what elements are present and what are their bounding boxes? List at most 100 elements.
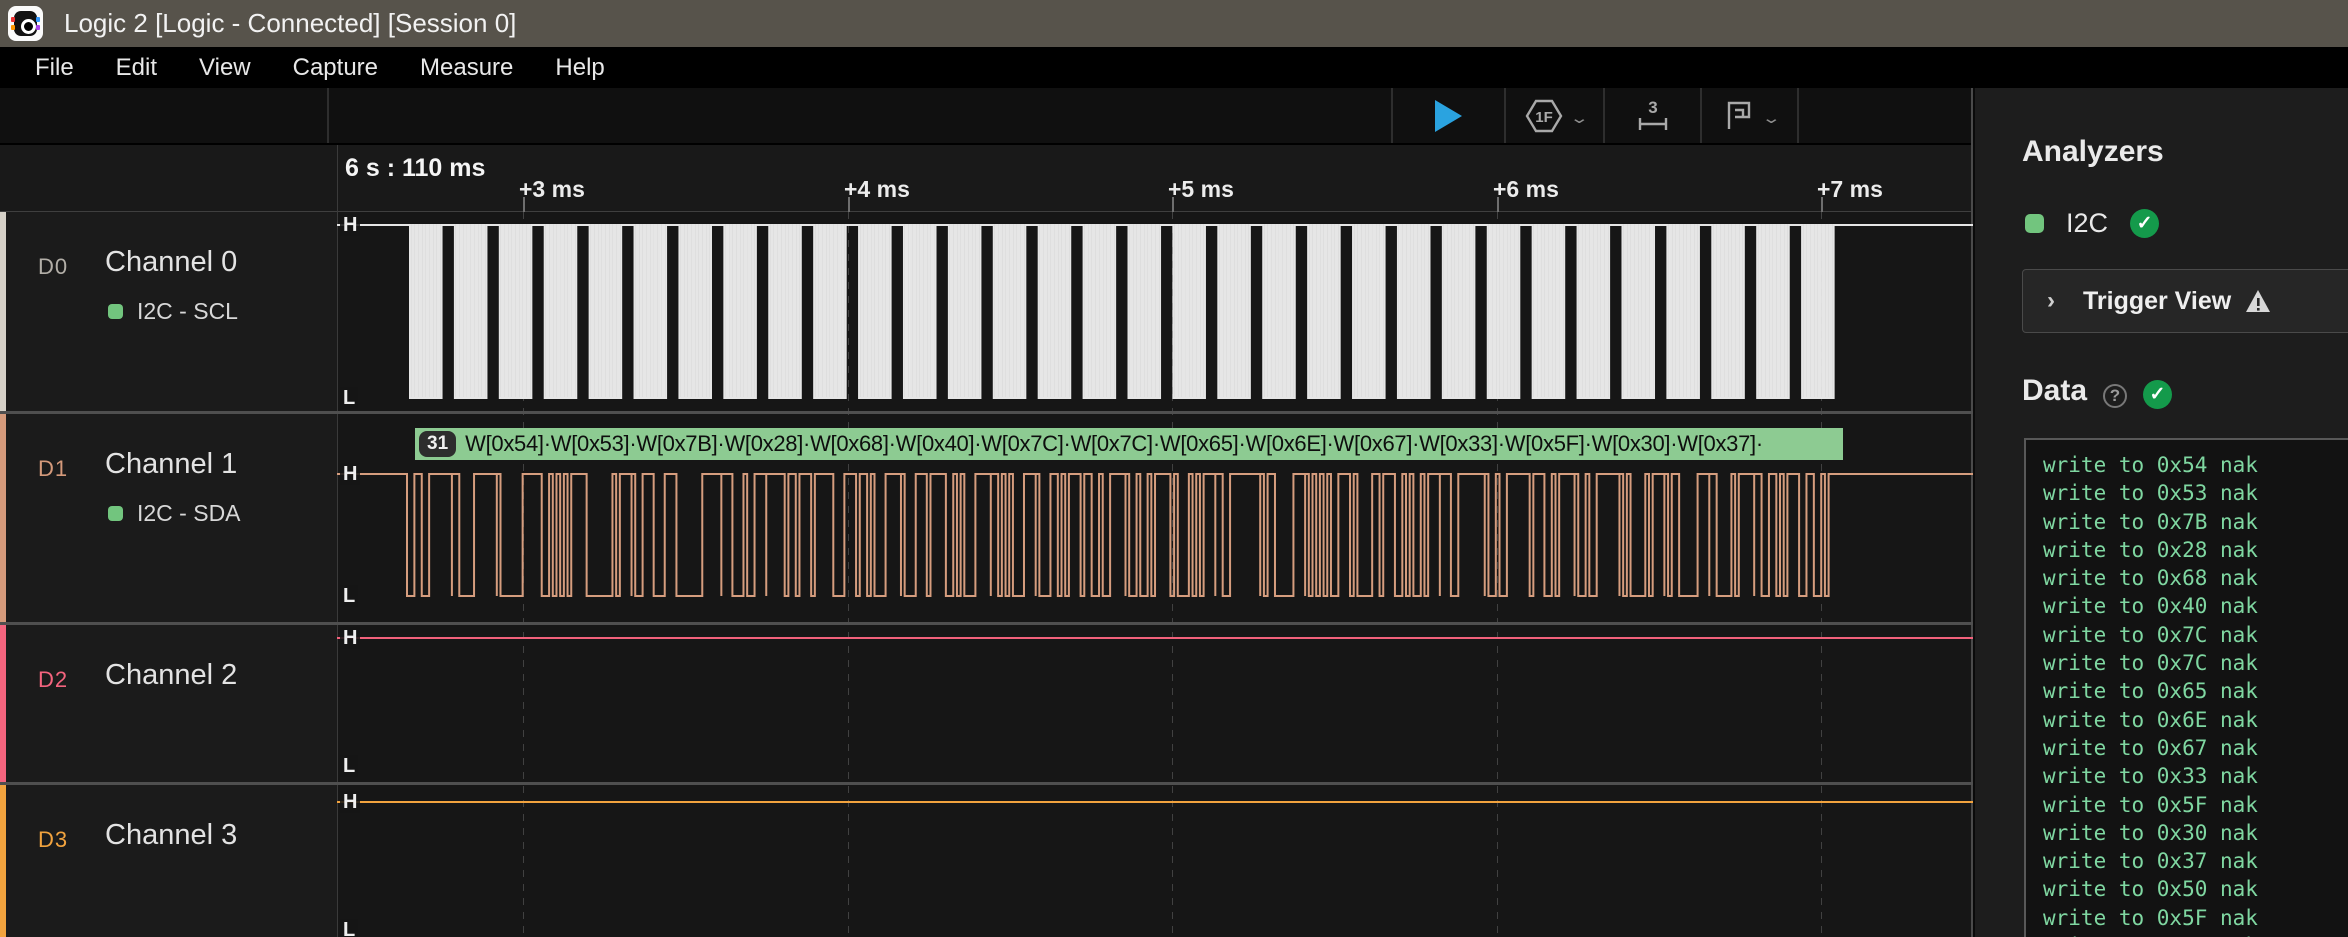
channel-name[interactable]: Channel 2 <box>105 659 237 692</box>
data-terminal-row: write to 0x33 nak <box>2026 762 2348 790</box>
data-heading: Data <box>2022 374 2087 408</box>
timeline-tick-mark <box>848 197 850 212</box>
device-settings-button[interactable]: 1F ⌄ <box>1506 88 1603 143</box>
toolbar-separator <box>1797 88 1799 143</box>
toolbar: 1F ⌄ 3 ⌄ <box>0 88 1973 145</box>
data-terminal-row: write to 0x28 nak <box>2026 536 2348 564</box>
timeline-tick-mark <box>1172 197 1174 212</box>
timeline-tick-label: +4 ms <box>844 176 910 203</box>
start-capture-button[interactable] <box>1393 88 1504 143</box>
timeline-ruler[interactable]: 6 s : 110 ms +3 ms +4 ms +5 ms +6 ms +7 ms <box>0 145 1973 212</box>
channel-id-label: D2 <box>38 667 68 693</box>
measurements-button[interactable]: 3 <box>1605 88 1700 143</box>
data-terminal-row: write to 0x54 nak <box>2026 932 2348 937</box>
channel-name[interactable]: Channel 3 <box>105 819 237 852</box>
data-terminal-row: write to 0x30 nak <box>2026 819 2348 847</box>
analyzer-item-i2c[interactable]: I2C ✓ <box>2025 208 2159 239</box>
channel-analyzer-label[interactable]: I2C - SDA <box>108 500 241 527</box>
channel-color-strip <box>0 785 6 937</box>
timeline-tick-mark <box>1497 197 1499 212</box>
decode-bytes-text: W[0x54]·W[0x53]·W[0x7B]·W[0x28]·W[0x68]·… <box>465 431 1763 457</box>
data-terminal-row: write to 0x68 nak <box>2026 564 2348 592</box>
menu-bar: FileEditViewCaptureMeasureHelp <box>0 47 2348 88</box>
chevron-down-icon: ⌄ <box>1761 109 1781 127</box>
timeline-tick-label: +5 ms <box>1168 176 1234 203</box>
annotations-flag-button[interactable]: ⌄ <box>1702 88 1797 143</box>
trigger-view-button[interactable]: › Trigger View <box>2022 269 2348 333</box>
help-icon[interactable]: ? <box>2103 384 2127 408</box>
high-marker: H <box>340 463 360 485</box>
low-marker: L <box>340 919 358 937</box>
analyzer-text: I2C - SDA <box>137 500 241 527</box>
menu-item-file[interactable]: File <box>14 47 95 88</box>
high-marker: H <box>340 214 360 236</box>
analyzers-heading: Analyzers <box>2022 135 2164 169</box>
chevron-down-icon: ⌄ <box>1569 109 1589 127</box>
right-sidebar: Analyzers I2C ✓ › Trigger View Data ? ✓ … <box>1973 88 2348 937</box>
timeline-cursor-label: 6 s : 110 ms <box>345 154 485 183</box>
data-terminal-row: write to 0x7C nak <box>2026 649 2348 677</box>
device-hexagon-icon: 1F <box>1523 95 1565 137</box>
channel-name[interactable]: Channel 1 <box>105 448 237 481</box>
timeline-tick-label: +6 ms <box>1493 176 1559 203</box>
flag-icon <box>1721 98 1757 134</box>
channel-id-label: D1 <box>38 456 68 482</box>
data-terminal-row: write to 0x6E nak <box>2026 706 2348 734</box>
menu-item-capture[interactable]: Capture <box>272 47 399 88</box>
timeline-tick-label: +3 ms <box>519 176 585 203</box>
logic2-window: Logic 2 [Logic - Connected] [Session 0] … <box>0 0 2348 937</box>
menu-item-view[interactable]: View <box>178 47 272 88</box>
data-ok-icon: ✓ <box>2143 380 2172 409</box>
channel-id-label: D3 <box>38 827 68 853</box>
timeline-tick-mark <box>1821 197 1823 212</box>
analyzer-name: I2C <box>2066 208 2108 239</box>
app-logo-icon <box>8 6 43 41</box>
data-terminal-panel[interactable]: write to 0x54 nakwrite to 0x53 nakwrite … <box>2024 438 2348 937</box>
low-marker: L <box>340 387 358 409</box>
toolbar-separator <box>327 88 329 143</box>
trigger-view-label: Trigger View <box>2083 287 2231 316</box>
menu-item-edit[interactable]: Edit <box>95 47 178 88</box>
channel-analyzer-label[interactable]: I2C - SCL <box>108 298 238 325</box>
waveform-d3[interactable] <box>337 785 1973 937</box>
analyzer-dot-icon <box>108 304 123 319</box>
data-terminal-row: write to 0x7C nak <box>2026 621 2348 649</box>
analyzer-dot-icon <box>108 506 123 521</box>
channel-color-strip <box>0 212 6 411</box>
channel-id-label: D0 <box>38 254 68 280</box>
data-terminal-row: write to 0x53 nak <box>2026 479 2348 507</box>
data-terminal-row: write to 0x65 nak <box>2026 677 2348 705</box>
svg-text:1F: 1F <box>1535 109 1553 126</box>
data-terminal-row: write to 0x5F nak <box>2026 791 2348 819</box>
play-icon <box>1435 100 1462 132</box>
menu-item-measure[interactable]: Measure <box>399 47 534 88</box>
data-terminal-row: write to 0x50 nak <box>2026 875 2348 903</box>
data-terminal-row: write to 0x5F nak <box>2026 904 2348 932</box>
low-marker: L <box>340 585 358 607</box>
menu-item-help[interactable]: Help <box>534 47 625 88</box>
analyzer-text: I2C - SCL <box>137 298 238 325</box>
title-bar: Logic 2 [Logic - Connected] [Session 0] <box>0 0 2348 47</box>
window-title: Logic 2 [Logic - Connected] [Session 0] <box>64 8 516 39</box>
i2c-decode-bar[interactable]: 31 W[0x54]·W[0x53]·W[0x7B]·W[0x28]·W[0x6… <box>415 428 1843 460</box>
data-terminal-row: write to 0x40 nak <box>2026 592 2348 620</box>
timeline-tick-label: +7 ms <box>1817 176 1883 203</box>
data-terminal-row: write to 0x54 nak <box>2026 451 2348 479</box>
timeline-tick-mark <box>523 197 525 212</box>
analyzer-ok-icon: ✓ <box>2130 209 2159 238</box>
low-marker: L <box>340 755 358 777</box>
data-terminal-row: write to 0x67 nak <box>2026 734 2348 762</box>
waveform-d0[interactable] <box>337 212 1973 411</box>
channel-color-strip <box>0 414 6 622</box>
chevron-right-icon: › <box>2047 287 2055 315</box>
channel-color-strip <box>0 625 6 782</box>
data-terminal-row: write to 0x7B nak <box>2026 508 2348 536</box>
warning-icon <box>2245 289 2271 313</box>
analyzer-color-dot <box>2025 214 2044 233</box>
channel-name[interactable]: Channel 0 <box>105 246 237 279</box>
data-terminal-row: write to 0x37 nak <box>2026 847 2348 875</box>
decode-count-badge: 31 <box>419 431 456 457</box>
timing-marker-icon: 3 <box>1633 96 1673 136</box>
high-marker: H <box>340 791 360 813</box>
waveform-d2[interactable] <box>337 625 1973 782</box>
